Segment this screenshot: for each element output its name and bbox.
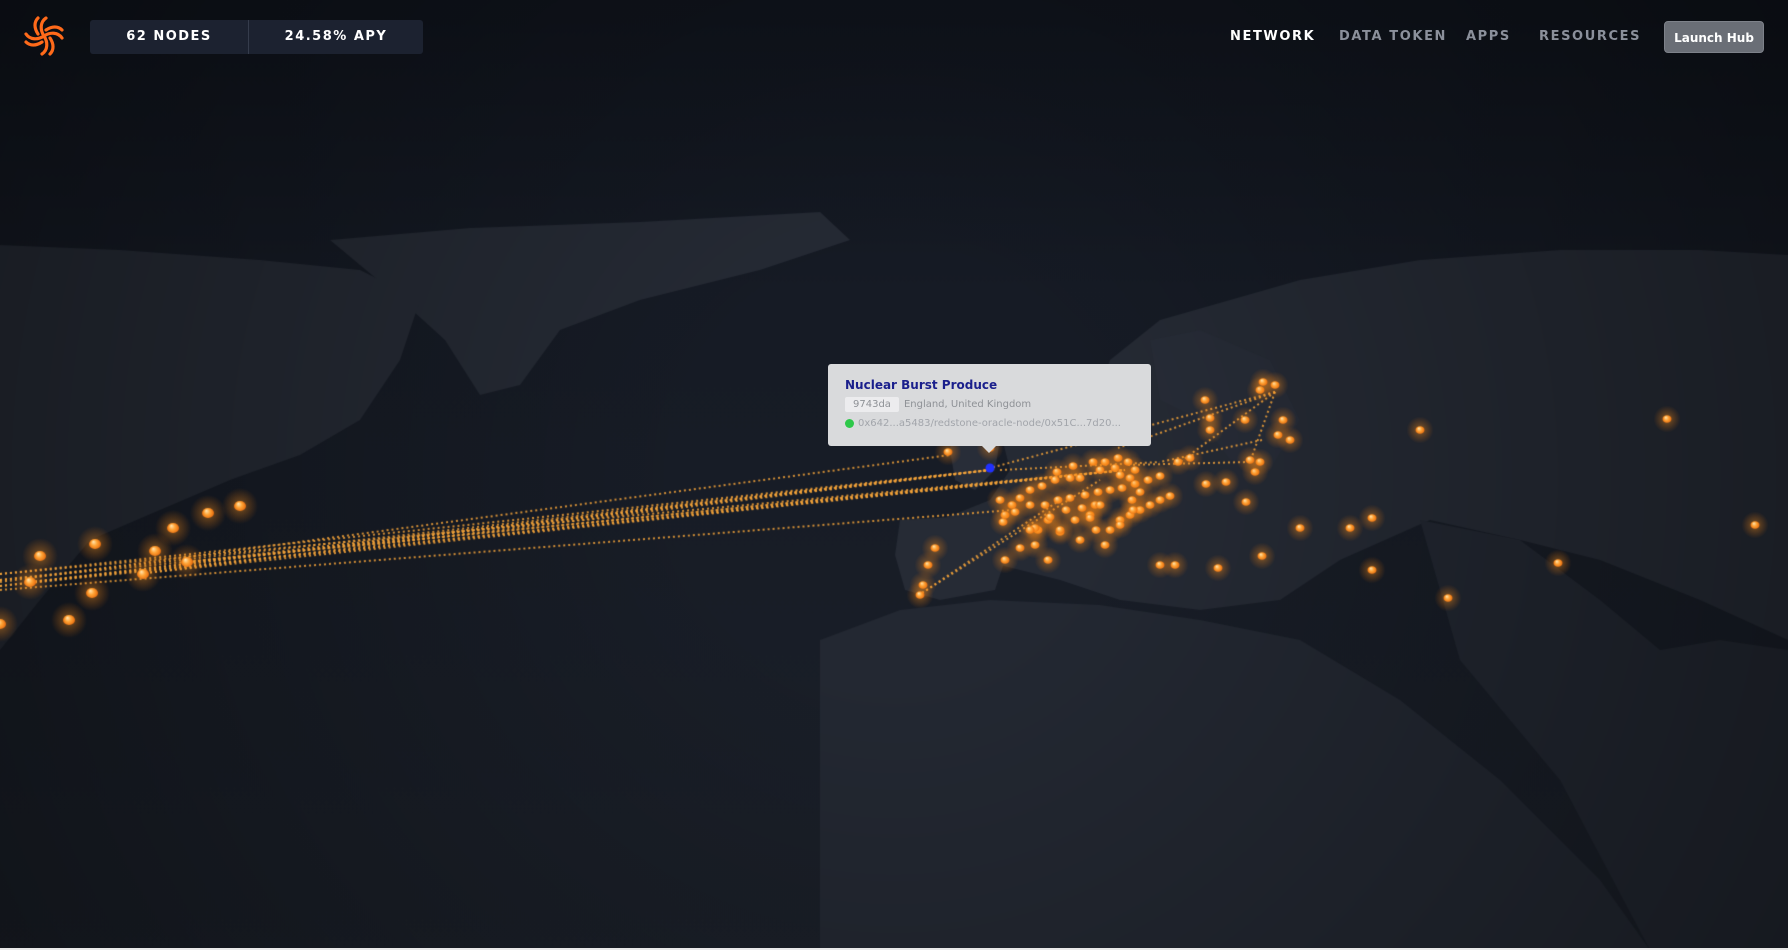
node-id-badge: 9743da: [845, 397, 899, 412]
node-name: Nuclear Burst Produce: [845, 378, 998, 392]
node-address: 0x642...a5483/redstone-oracle-node/0x51C…: [858, 418, 1121, 429]
network-stats-bar: 62 NODES 24.58% APY: [90, 20, 423, 54]
nav-data-token[interactable]: DATA TOKEN: [1339, 22, 1447, 52]
streamr-logo-icon[interactable]: [22, 14, 66, 58]
nav-resources[interactable]: RESOURCES: [1539, 22, 1641, 52]
nav-apps[interactable]: APPS: [1466, 22, 1511, 52]
node-count-stat: 62 NODES: [126, 29, 212, 44]
apy-stat: 24.58% APY: [284, 29, 388, 44]
node-tooltip: Nuclear Burst Produce 9743da England, Un…: [828, 364, 1151, 453]
online-status-icon: [845, 419, 854, 428]
launch-hub-button[interactable]: Launch Hub: [1664, 21, 1764, 53]
node-location: England, United Kingdom: [903, 399, 1032, 410]
network-map[interactable]: [0, 0, 1788, 950]
nav-network[interactable]: NETWORK: [1230, 22, 1315, 52]
